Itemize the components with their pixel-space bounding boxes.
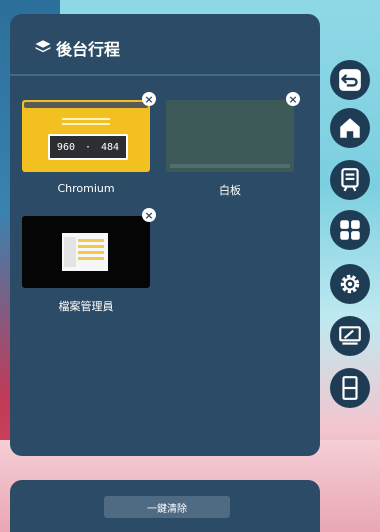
whiteboard-icon	[341, 168, 359, 192]
home-button[interactable]	[330, 108, 370, 148]
bottom-bar: 一鍵清除	[10, 480, 320, 532]
gear-icon	[340, 274, 360, 294]
close-icon[interactable]: ×	[142, 208, 156, 222]
page-text-lines	[62, 118, 110, 128]
app-label-chromium: Chromium	[57, 182, 115, 195]
back-icon	[339, 69, 361, 91]
app-card-whiteboard[interactable]: × 白板	[166, 92, 300, 197]
home-icon	[340, 118, 360, 138]
clear-all-button[interactable]: 一鍵清除	[104, 496, 230, 518]
app-label-whiteboard: 白板	[219, 184, 241, 197]
layers-icon	[35, 40, 51, 53]
settings-button[interactable]	[330, 264, 370, 304]
screen-share-icon	[339, 326, 361, 345]
number-display: 960 · 484	[48, 134, 128, 160]
display-dot: ·	[84, 141, 92, 153]
app-thumbnail-chromium[interactable]: 960 · 484	[22, 100, 150, 172]
display-right-number: 484	[101, 141, 120, 153]
file-window	[62, 233, 108, 271]
back-button[interactable]	[330, 60, 370, 100]
app-thumbnail-whiteboard[interactable]	[166, 100, 294, 172]
app-card-file-manager[interactable]: × 檔案管理員	[22, 208, 156, 313]
app-card-chromium[interactable]: 960 · 484 × Chromium	[22, 92, 156, 195]
app-thumbnail-file-manager[interactable]	[22, 216, 150, 288]
close-icon[interactable]: ×	[286, 92, 300, 106]
background-tasks-panel: 後台行程 960 · 484 × Chromium × 白板 × 檔案管理員	[10, 14, 320, 456]
split-screen-icon	[342, 376, 358, 400]
whiteboard-toolbar	[170, 164, 290, 168]
header-divider	[10, 74, 320, 76]
app-label-file-manager: 檔案管理員	[58, 300, 114, 313]
split-screen-button[interactable]	[330, 368, 370, 408]
screen-share-button[interactable]	[330, 316, 370, 356]
browser-tab-bar	[24, 102, 148, 108]
apps-grid-icon	[340, 220, 360, 240]
panel-title: 後台行程	[56, 40, 121, 59]
display-left-number: 960	[56, 141, 75, 153]
whiteboard-button[interactable]	[330, 160, 370, 200]
apps-button[interactable]	[330, 210, 370, 250]
panel-header: 後台行程	[10, 14, 320, 76]
close-icon[interactable]: ×	[142, 92, 156, 106]
